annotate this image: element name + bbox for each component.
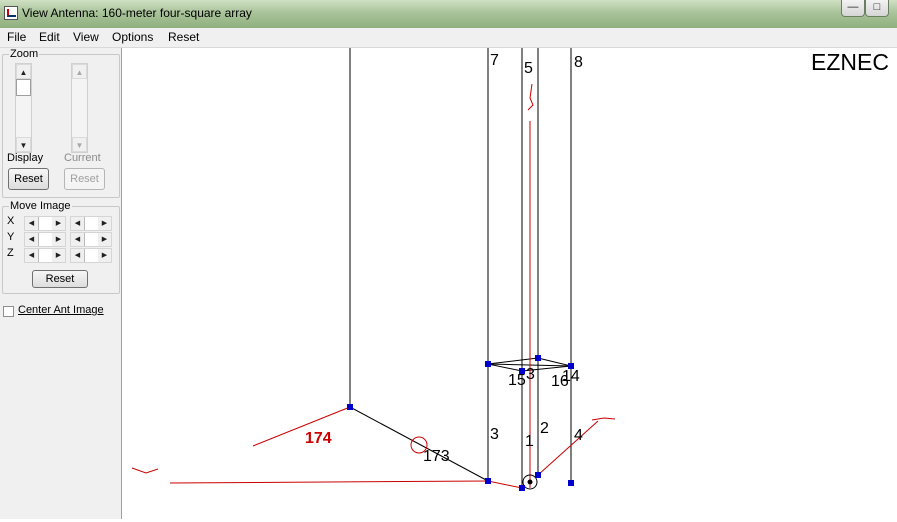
scroll-down-icon[interactable]: ▼ [16,137,31,152]
wire-label-14: 14 [562,368,580,385]
wire-label-174: 174 [305,430,332,447]
scroll-left-icon[interactable]: ◀ [71,217,84,230]
wires [349,48,572,488]
wire-label-4: 4 [574,427,583,444]
wire [349,406,489,482]
wire-label-8: 8 [574,54,583,71]
scroll-right-icon[interactable]: ▶ [52,249,65,262]
menu-view[interactable]: View [73,30,99,44]
menu-options[interactable]: Options [112,30,153,44]
scroll-right-icon[interactable]: ▶ [98,233,111,246]
scroll-right-icon[interactable]: ▶ [98,249,111,262]
eznec-brand: EZNEC [811,49,889,75]
zoom-legend: Zoom [10,48,39,60]
zoom-display-scrollbar[interactable]: ▲ ▼ [15,63,32,153]
scroll-up-icon[interactable]: ▲ [72,64,87,79]
current-line [527,83,534,111]
wire-label-7: 7 [490,52,499,69]
antenna-view-canvas[interactable]: 7 5 8 3 2 1 4 15 3 16 14 173 174 EZNEC [122,48,897,519]
wire-label-5: 5 [524,60,533,77]
wire-node[interactable] [347,404,353,410]
current-line [169,480,489,484]
wire-node[interactable] [519,485,525,491]
move-image-reset-button[interactable]: Reset [32,270,88,288]
wire-label-2: 2 [540,420,549,437]
wire-label-1: 1 [525,433,534,450]
menu-bar: File Edit View Options Reset [0,28,897,48]
move-image-legend: Move Image [10,200,71,212]
center-ant-image-checkbox[interactable] [3,306,14,317]
scroll-left-icon[interactable]: ◀ [25,249,38,262]
current-line [487,480,523,489]
wire-node[interactable] [535,472,541,478]
current-line [252,406,351,447]
zoom-current-scrollbar[interactable]: ▲ ▼ [71,63,88,153]
window-title: View Antenna: 160-meter four-square arra… [22,6,252,20]
zoom-display-label: Display [7,152,44,164]
axis-z-label: Z [7,247,14,259]
scroll-right-icon[interactable]: ▶ [52,233,65,246]
scroll-right-icon[interactable]: ▶ [98,217,111,230]
wire-node[interactable] [568,480,574,486]
scroll-left-icon[interactable]: ◀ [25,233,38,246]
menu-reset[interactable]: Reset [168,30,199,44]
axis-y-label: Y [7,231,15,243]
zoom-current-reset-button[interactable]: Reset [64,168,105,190]
wire-node[interactable] [535,355,541,361]
current-line [131,467,159,474]
minimize-icon: — [847,1,859,13]
scroll-up-icon[interactable]: ▲ [16,64,31,79]
scroll-left-icon[interactable]: ◀ [25,217,38,230]
wire [537,357,572,367]
current-line [591,417,616,421]
move-y-coarse-scrollbar[interactable]: ◀ ▶ [24,232,66,247]
control-panel: Zoom ▲ ▼ ▲ ▼ Display Current Reset Reset… [0,48,122,519]
wire-label-173: 173 [423,448,450,465]
antenna-drawing[interactable]: 7 5 8 3 2 1 4 15 3 16 14 173 174 EZNEC [122,48,897,519]
menu-file[interactable]: File [7,30,26,44]
zoom-display-reset-button[interactable]: Reset [8,168,49,190]
wire-label-15: 15 [508,372,526,389]
move-y-fine-scrollbar[interactable]: ◀ ▶ [70,232,112,247]
source-marker-dot [527,479,533,485]
maximize-icon: □ [873,1,881,13]
wire-label-3: 3 [490,426,499,443]
move-z-fine-scrollbar[interactable]: ◀ ▶ [70,248,112,263]
menu-edit[interactable]: Edit [39,30,60,44]
scroll-left-icon[interactable]: ◀ [71,233,84,246]
move-z-coarse-scrollbar[interactable]: ◀ ▶ [24,248,66,263]
scroll-thumb[interactable] [16,79,31,96]
move-x-coarse-scrollbar[interactable]: ◀ ▶ [24,216,66,231]
scroll-down-icon[interactable]: ▼ [72,137,87,152]
scroll-left-icon[interactable]: ◀ [71,249,84,262]
center-ant-image-label[interactable]: Center Ant Image [18,304,104,316]
minimize-button[interactable]: — [841,0,865,17]
title-bar: View Antenna: 160-meter four-square arra… [0,0,897,29]
wire-label-13: 3 [526,366,535,383]
wire-node[interactable] [485,478,491,484]
scroll-right-icon[interactable]: ▶ [52,217,65,230]
maximize-button[interactable]: □ [865,0,889,17]
app-icon [4,6,18,20]
move-x-fine-scrollbar[interactable]: ◀ ▶ [70,216,112,231]
wire-node[interactable] [485,361,491,367]
zoom-current-label: Current [64,152,101,164]
axis-x-label: X [7,215,15,227]
